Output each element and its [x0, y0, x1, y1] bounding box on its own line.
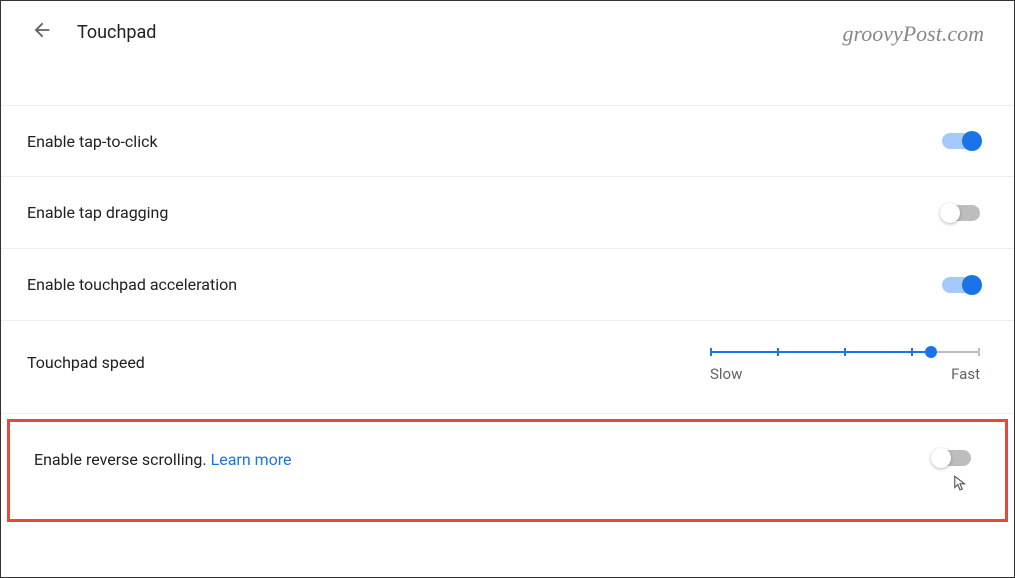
tap-to-click-toggle[interactable]: [942, 133, 980, 149]
toggle-thumb-icon: [931, 448, 951, 468]
slider-labels: Slow Fast: [710, 365, 980, 383]
toggle-thumb-icon: [962, 131, 982, 151]
reverse-scrolling-toggle[interactable]: [933, 450, 971, 466]
slider-active-track: [710, 351, 931, 353]
setting-tap-to-click: Enable tap-to-click: [1, 105, 1014, 177]
setting-label: Enable tap dragging: [27, 203, 168, 222]
slider-thumb-icon[interactable]: [925, 346, 937, 358]
setting-label: Touchpad speed: [27, 353, 145, 372]
header: Touchpad groovyPost.com: [1, 1, 1014, 55]
setting-label: Enable reverse scrolling. Learn more: [34, 450, 292, 469]
slider-slow-label: Slow: [710, 365, 742, 383]
back-arrow-icon[interactable]: [31, 19, 77, 45]
page-title: Touchpad: [77, 22, 156, 43]
settings-list: Enable tap-to-click Enable tap dragging …: [1, 105, 1014, 522]
setting-touchpad-speed: Touchpad speed Slow Fast: [1, 321, 1014, 414]
touchpad-acceleration-toggle[interactable]: [942, 277, 980, 293]
touchpad-speed-slider[interactable]: Slow Fast: [710, 341, 980, 383]
setting-label: Enable tap-to-click: [27, 132, 158, 151]
setting-tap-dragging: Enable tap dragging: [1, 177, 1014, 249]
setting-label: Enable touchpad acceleration: [27, 275, 237, 294]
setting-reverse-scrolling-highlighted: Enable reverse scrolling. Learn more: [7, 419, 1008, 522]
toggle-thumb-icon: [962, 275, 982, 295]
toggle-thumb-icon: [940, 203, 960, 223]
slider-fast-label: Fast: [951, 365, 980, 383]
reverse-scrolling-text: Enable reverse scrolling.: [34, 450, 211, 469]
watermark: groovyPost.com: [842, 21, 984, 47]
learn-more-link[interactable]: Learn more: [211, 450, 292, 469]
setting-touchpad-acceleration: Enable touchpad acceleration: [1, 249, 1014, 321]
cursor-icon: [951, 474, 969, 492]
tap-dragging-toggle[interactable]: [942, 205, 980, 221]
